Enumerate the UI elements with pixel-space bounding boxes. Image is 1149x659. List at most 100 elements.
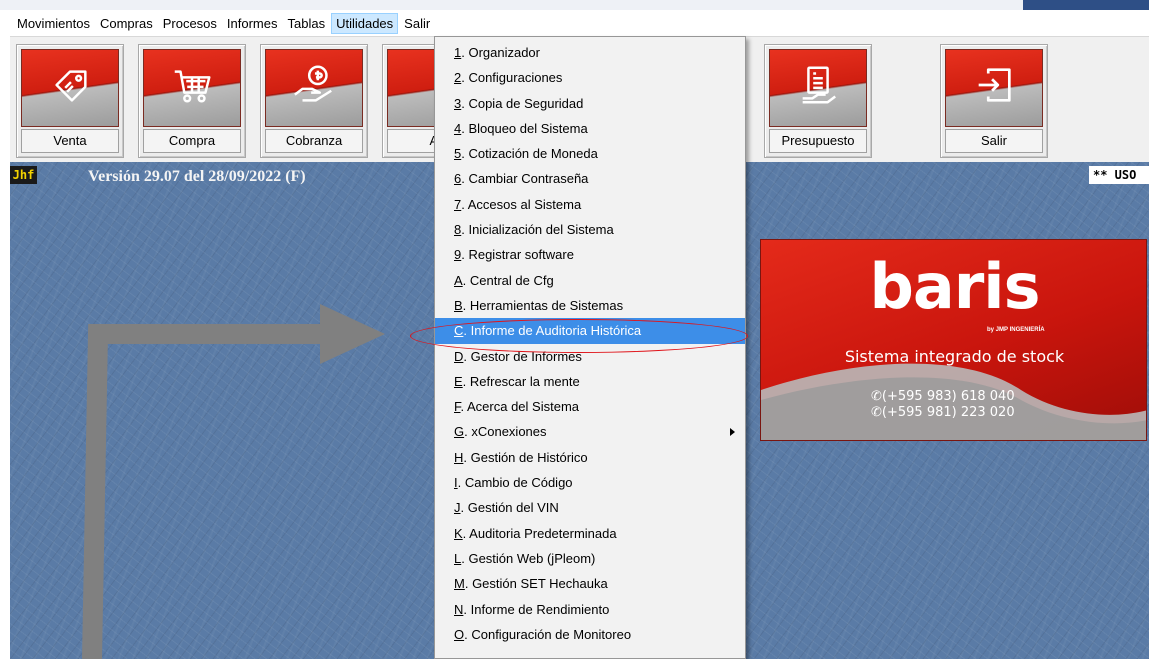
- menu-item-key: H: [454, 449, 464, 465]
- whatsapp-icon: ✆: [871, 389, 882, 404]
- menu-compras[interactable]: Compras: [95, 13, 158, 34]
- menu-item-key: K: [454, 525, 463, 541]
- menu-item-label: . Accesos al Sistema: [461, 196, 582, 212]
- menu-item-cambio-codigo[interactable]: I. Cambio de Código: [435, 470, 745, 495]
- menu-item-xconexiones[interactable]: G. xConexiones: [435, 419, 745, 444]
- menu-salir[interactable]: Salir: [399, 13, 435, 34]
- annotation-arrow: [82, 304, 385, 659]
- menu-item-gestion-vin[interactable]: J. Gestión del VIN: [435, 495, 745, 520]
- menu-item-label: . Refrescar la mente: [462, 373, 580, 389]
- compra-label: Compra: [143, 129, 241, 153]
- menu-item-bloqueo-sistema[interactable]: 4. Bloqueo del Sistema: [435, 116, 745, 141]
- menu-item-informe-rendimiento[interactable]: N. Informe de Rendimiento: [435, 597, 745, 622]
- menu-item-informe-auditoria-historica[interactable]: C. Informe de Auditoria Histórica: [435, 318, 745, 344]
- menu-item-copia-seguridad[interactable]: 3. Copia de Seguridad: [435, 91, 745, 116]
- uso-badge: ** USO: [1089, 166, 1149, 184]
- menu-item-gestion-web[interactable]: L. Gestión Web (jPleom): [435, 546, 745, 571]
- salir-label: Salir: [945, 129, 1043, 153]
- menu-item-label: . Organizador: [461, 45, 540, 60]
- menu-item-label: . Gestor de Informes: [463, 348, 582, 364]
- shopping-cart-icon: [143, 49, 241, 127]
- whatsapp-icon: ✆: [871, 405, 882, 420]
- menu-item-label: . Copia de Seguridad: [461, 95, 584, 111]
- compra-button[interactable]: Compra: [138, 44, 246, 158]
- menu-item-cotizacion-moneda[interactable]: 5. Cotización de Moneda: [435, 141, 745, 166]
- budget-document-icon: [769, 49, 867, 127]
- phone-number: (+595 983) 618 040: [881, 389, 1015, 404]
- menu-item-key: B: [454, 297, 463, 313]
- submenu-arrow-icon: [730, 428, 735, 437]
- menu-item-label: . Cambio de Código: [457, 475, 573, 491]
- menu-tablas[interactable]: Tablas: [283, 13, 331, 34]
- menu-item-label: . Central de Cfg: [462, 272, 554, 288]
- menu-item-label: . Inicialización del Sistema: [461, 222, 614, 238]
- menu-item-label: . Gestión SET Hechauka: [464, 576, 608, 592]
- window-title-accent: [1023, 0, 1149, 10]
- menu-item-auditoria-predeterminada[interactable]: K. Auditoria Predeterminada: [435, 521, 745, 546]
- menu-item-configuracion-monitoreo[interactable]: O. Configuración de Monitoreo: [435, 622, 745, 647]
- salir-button[interactable]: Salir: [940, 44, 1048, 158]
- window-top-strip: [0, 0, 1149, 10]
- menu-informes[interactable]: Informes: [222, 13, 283, 34]
- menu-item-herramientas-sistemas[interactable]: B. Herramientas de Sistemas: [435, 293, 745, 318]
- menu-item-label: . Cambiar Contraseña: [461, 171, 589, 187]
- menu-item-label: . Gestión de Histórico: [463, 449, 588, 465]
- menu-item-configuraciones[interactable]: 2. Configuraciones: [435, 65, 745, 90]
- logo-phone-2: ✆(+595 981) 223 020: [871, 405, 1015, 420]
- menu-item-label: . Bloqueo del Sistema: [461, 120, 588, 136]
- menu-item-label: . Registrar software: [461, 247, 574, 263]
- menu-item-registrar-software[interactable]: 9. Registrar software: [435, 242, 745, 267]
- menu-item-label: . Gestión Web (jPleom): [461, 550, 596, 566]
- phone-number: (+595 981) 223 020: [881, 405, 1015, 420]
- menu-item-key: A: [454, 272, 463, 288]
- menu-item-key: M: [454, 576, 465, 592]
- menu-item-cambiar-contrasena[interactable]: 6. Cambiar Contraseña: [435, 166, 745, 191]
- logo-by: by JMP INGENIERÍA: [987, 327, 1045, 333]
- venta-button[interactable]: Venta: [16, 44, 124, 158]
- menu-item-key: C: [454, 323, 464, 339]
- menubar: Movimientos Compras Procesos Informes Ta…: [10, 10, 1149, 36]
- menu-item-key: D: [454, 348, 464, 364]
- menu-procesos[interactable]: Procesos: [158, 13, 222, 34]
- jhf-badge: Jhf: [10, 166, 37, 184]
- exit-icon: [945, 49, 1043, 127]
- version-text: Versión 29.07 del 28/09/2022 (F): [88, 168, 306, 185]
- menu-item-label: . Informe de Auditoria Histórica: [463, 323, 642, 339]
- menu-utilidades[interactable]: Utilidades: [331, 12, 399, 34]
- menu-item-label: . Auditoria Predeterminada: [462, 525, 617, 541]
- money-tag-icon: [21, 49, 119, 127]
- menu-item-label: . Informe de Rendimiento: [463, 601, 610, 617]
- menu-item-label: . Herramientas de Sistemas: [462, 297, 624, 313]
- presupuesto-button[interactable]: Presupuesto: [764, 44, 872, 158]
- menu-item-gestion-historico[interactable]: H. Gestión de Histórico: [435, 445, 745, 470]
- menu-item-key: G: [454, 424, 465, 440]
- menu-item-label: . Acerca del Sistema: [460, 399, 580, 415]
- menu-item-accesos-sistema[interactable]: 7. Accesos al Sistema: [435, 192, 745, 217]
- cobranza-button[interactable]: Cobranza: [260, 44, 368, 158]
- logo-name: baris: [869, 250, 1041, 323]
- presupuesto-label: Presupuesto: [769, 129, 867, 153]
- menu-item-label: . Configuración de Monitoreo: [464, 626, 632, 642]
- menu-item-organizador[interactable]: 1. Organizador: [435, 40, 745, 65]
- menu-item-label: . Cotización de Moneda: [461, 146, 598, 162]
- menu-item-refrescar-mente[interactable]: E. Refrescar la mente: [435, 369, 745, 394]
- baris-logo-card: baris by JMP INGENIERÍA Sistema integrad…: [760, 239, 1147, 441]
- logo-phone-1: ✆(+595 983) 618 040: [871, 389, 1015, 404]
- menu-item-inicializacion-sistema[interactable]: 8. Inicialización del Sistema: [435, 217, 745, 242]
- menu-item-acerca-sistema[interactable]: F. Acerca del Sistema: [435, 394, 745, 419]
- menu-item-key: O: [454, 626, 465, 642]
- menu-item-central-cfg[interactable]: A. Central de Cfg: [435, 268, 745, 293]
- menu-item-label: . Gestión del VIN: [460, 500, 559, 516]
- cobranza-label: Cobranza: [265, 129, 363, 153]
- logo-tagline: Sistema integrado de stock: [844, 347, 1065, 366]
- hand-coin-icon: [265, 49, 363, 127]
- venta-label: Venta: [21, 129, 119, 153]
- menu-item-gestor-informes[interactable]: D. Gestor de Informes: [435, 344, 745, 369]
- utilidades-dropdown: 1. Organizador 2. Configuraciones 3. Cop…: [434, 36, 746, 659]
- menu-movimientos[interactable]: Movimientos: [12, 13, 95, 34]
- menu-item-label: . Configuraciones: [461, 70, 563, 86]
- menu-item-gestion-set-hechauka[interactable]: M. Gestión SET Hechauka: [435, 571, 745, 596]
- menu-item-label: . xConexiones: [464, 424, 547, 440]
- menu-item-key: E: [454, 373, 463, 389]
- menu-item-key: N: [454, 601, 464, 617]
